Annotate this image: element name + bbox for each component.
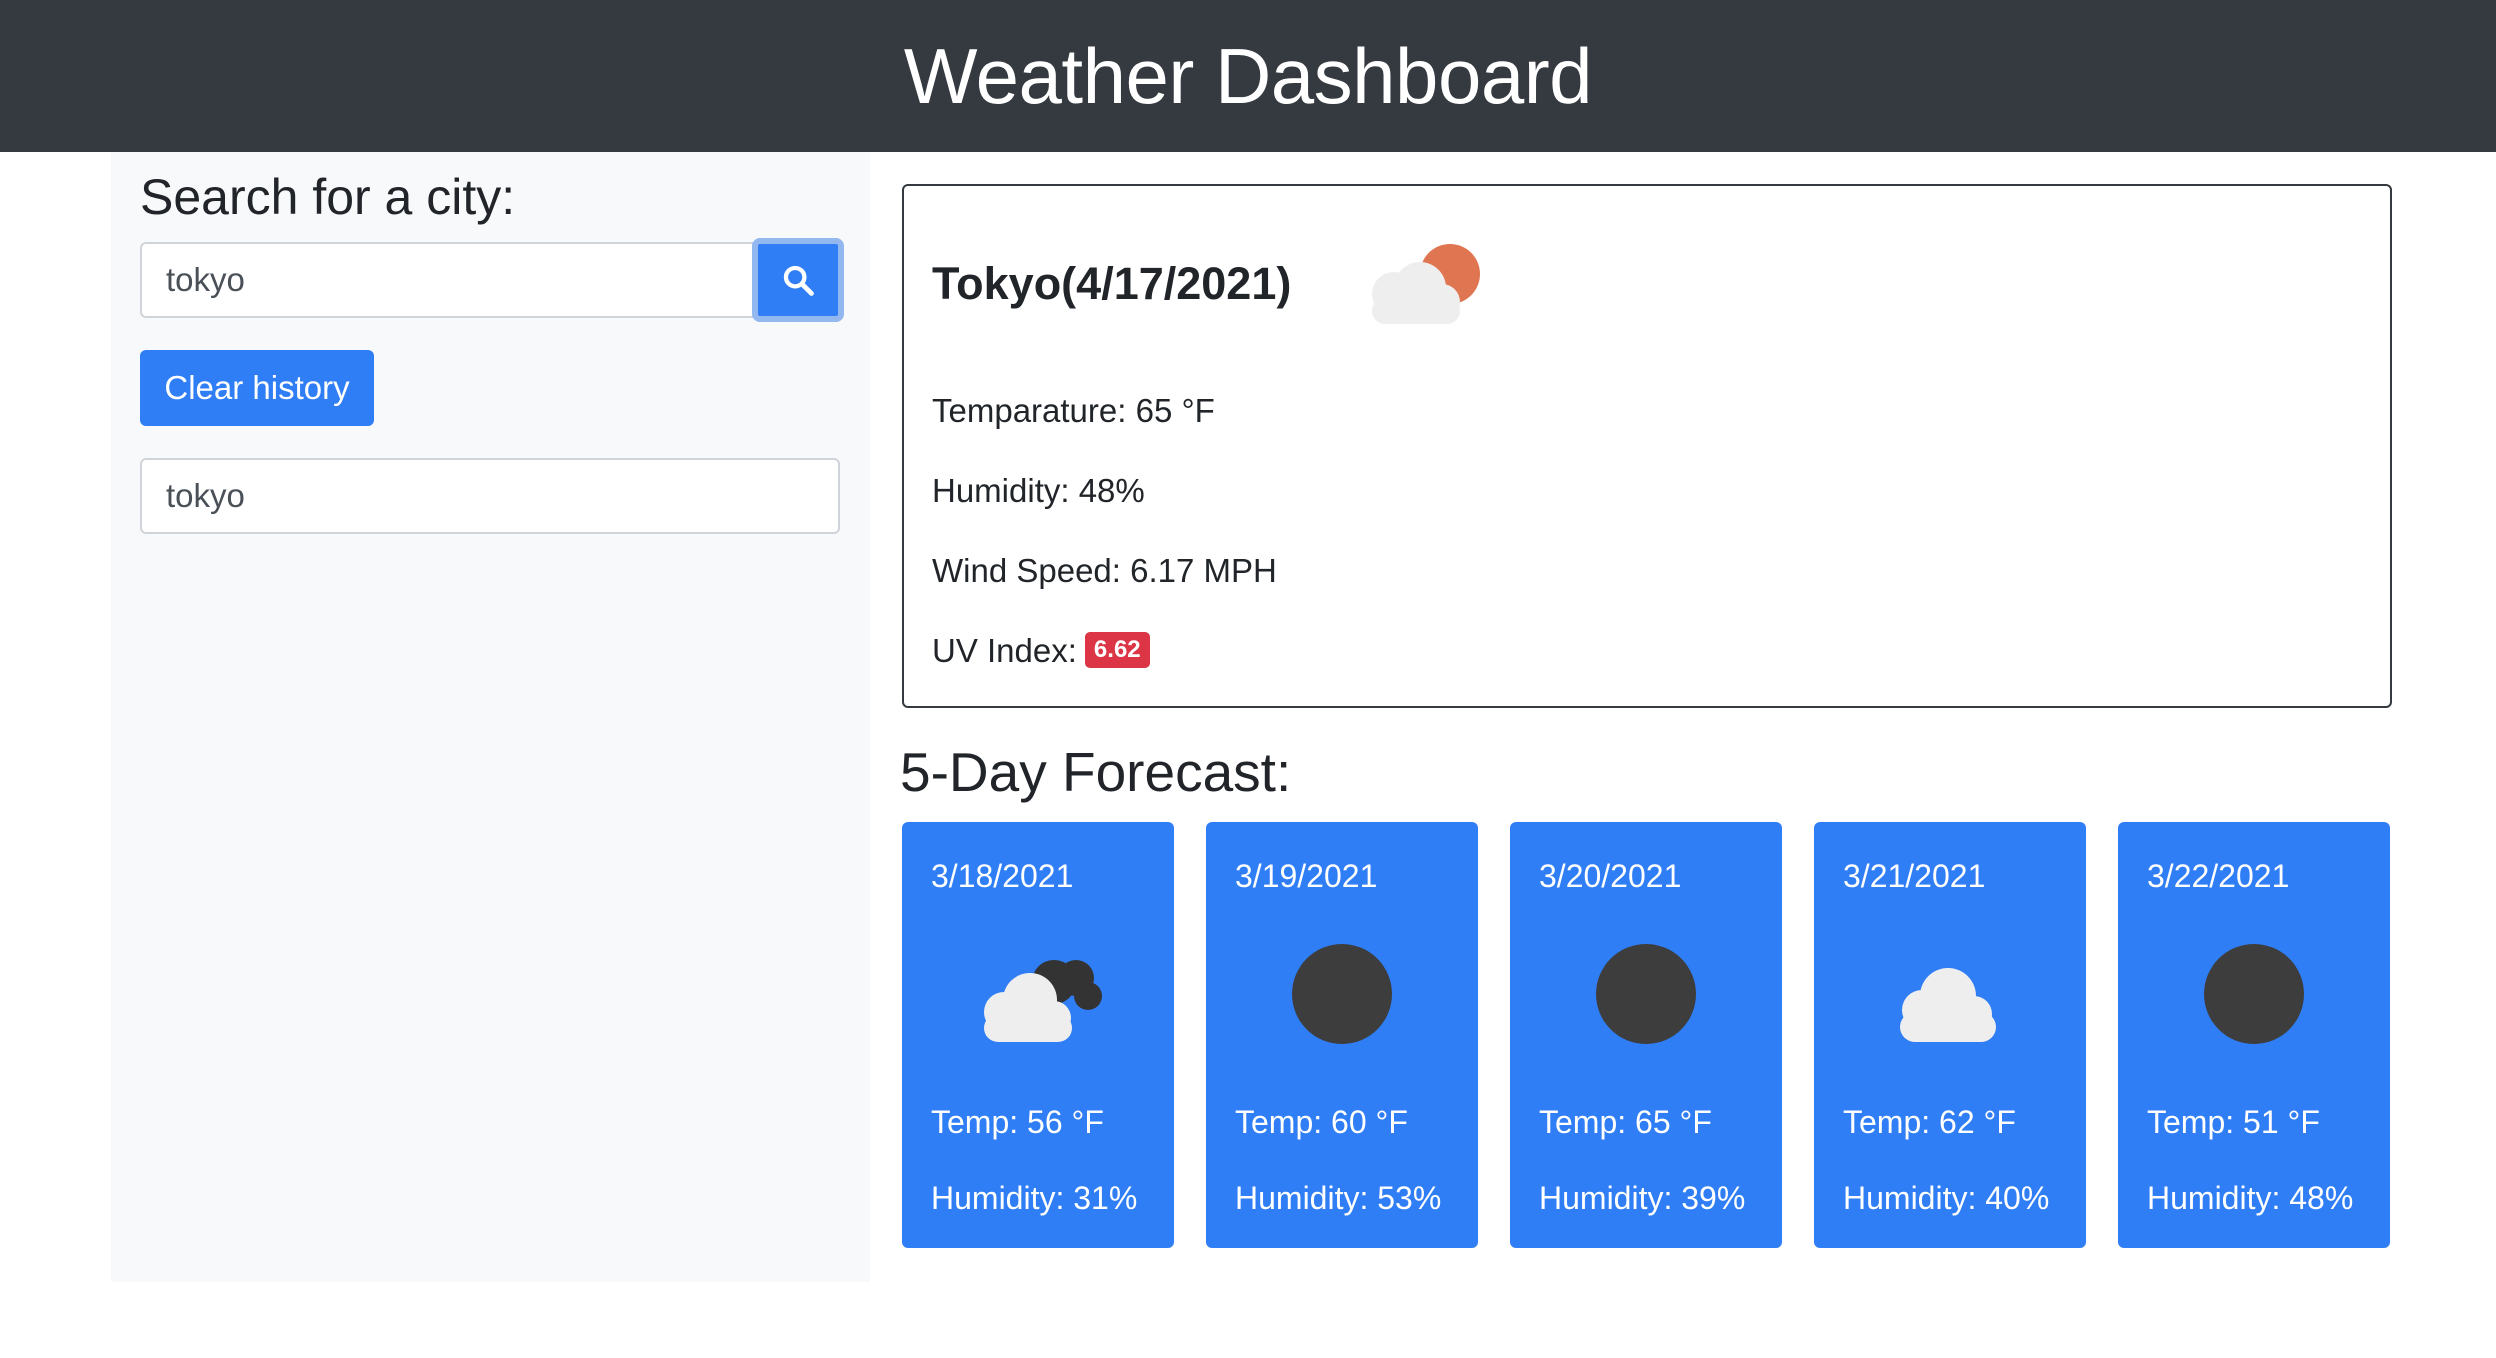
forecast-card: 3/19/2021 Temp: 60 °F Humidity: 53% <box>1206 822 1478 1248</box>
forecast-humidity: Humidity: 53% <box>1235 1180 1442 1216</box>
search-icon <box>783 265 814 296</box>
current-humidity: Humidity: 48% <box>932 472 1145 509</box>
forecast-humidity: Humidity: 40% <box>1843 1180 2050 1216</box>
forecast-humidity: Humidity: 31% <box>931 1180 1138 1216</box>
forecast-date: 3/21/2021 <box>1843 858 1986 894</box>
forecast-card: 3/21/2021 Temp: 62 °F Humidity: 40% <box>1814 822 2086 1248</box>
clear-history-button[interactable]: Clear history <box>140 350 374 426</box>
forecast-date: 3/22/2021 <box>2147 858 2290 894</box>
uv-badge: 6.62 <box>1084 632 1150 669</box>
dark-moon-icon <box>1292 944 1392 1044</box>
forecast-title: 5-Day Forecast: <box>900 741 1292 803</box>
forecast-temp: Temp: 62 °F <box>1843 1104 2016 1140</box>
current-city-title: Tokyo(4/17/2021) <box>932 258 1292 309</box>
current-temperature: Temparature: 65 °F <box>932 392 1215 429</box>
top-navbar: Weather Dashboard <box>0 0 2496 152</box>
forecast-temp: Temp: 65 °F <box>1539 1104 1712 1140</box>
dark-moon-icon <box>1596 944 1696 1044</box>
forecast-humidity: Humidity: 48% <box>2147 1180 2354 1216</box>
sidebar <box>111 152 870 1282</box>
history-item[interactable]: tokyo <box>140 458 840 534</box>
forecast-humidity: Humidity: 39% <box>1539 1180 1746 1216</box>
search-input[interactable]: tokyo <box>140 242 754 318</box>
page-title: Weather Dashboard <box>903 31 1593 120</box>
forecast-date: 3/19/2021 <box>1235 858 1378 894</box>
history-list: tokyo <box>140 458 840 534</box>
search-label: Search for a city: <box>140 169 516 225</box>
forecast-card: 3/18/2021 Temp: 56 °F Humidity: 31% <box>902 822 1174 1248</box>
cloud-dark-cloud-icon <box>984 960 1102 1042</box>
forecast-date: 3/20/2021 <box>1539 858 1682 894</box>
dark-moon-icon <box>2204 944 2304 1044</box>
current-uv-index: UV Index: 6.62 <box>932 632 1150 671</box>
cloud-icon <box>1900 968 1996 1042</box>
search-button[interactable] <box>752 238 844 322</box>
uv-label: UV Index: <box>932 632 1077 669</box>
forecast-card: 3/22/2021 Temp: 51 °F Humidity: 48% <box>2118 822 2390 1248</box>
forecast-card: 3/20/2021 Temp: 65 °F Humidity: 39% <box>1510 822 1782 1248</box>
cloud-sun-icon <box>1372 244 1480 324</box>
current-wind-speed: Wind Speed: 6.17 MPH <box>932 552 1277 589</box>
forecast-temp: Temp: 51 °F <box>2147 1104 2320 1140</box>
forecast-temp: Temp: 60 °F <box>1235 1104 1408 1140</box>
forecast-temp: Temp: 56 °F <box>931 1104 1104 1140</box>
forecast-date: 3/18/2021 <box>931 858 1074 894</box>
